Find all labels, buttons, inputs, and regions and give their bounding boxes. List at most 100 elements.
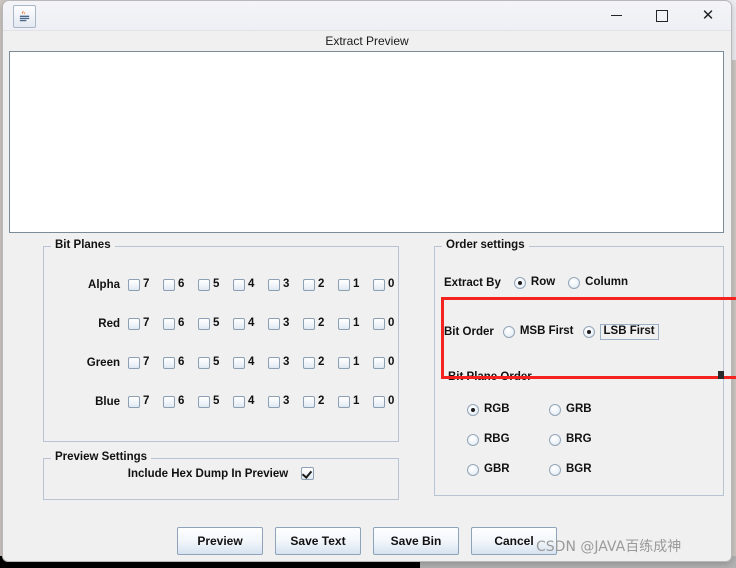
radio-bit-plane-order-gbr[interactable]: GBR (467, 464, 549, 476)
checkbox-red-bit-7[interactable] (128, 318, 140, 330)
checkbox-alpha-bit-7[interactable] (128, 279, 140, 291)
bit-plane-row-label: Blue (95, 396, 120, 408)
radio-label: BGR (566, 463, 592, 476)
checkbox-blue-bit-2[interactable] (303, 396, 315, 408)
radio-indicator (582, 326, 595, 338)
radio-bit-plane-order-brg[interactable]: BRG (549, 434, 631, 446)
radio-bit-plane-order-rgb[interactable]: RGB (467, 404, 549, 416)
radio-bit-plane-order-bgr[interactable]: BGR (549, 464, 631, 476)
checkbox-red-bit-0[interactable] (373, 318, 385, 330)
extract-preview-window: ✕ Extract Preview Bit Planes Alpha 7 6 5… (2, 0, 732, 562)
checkbox-green-bit-3[interactable] (268, 357, 280, 369)
bit-label: 7 (143, 317, 150, 330)
window-titlebar: ✕ (3, 1, 731, 31)
bit-label: 2 (318, 395, 325, 408)
minimize-icon (610, 15, 622, 16)
bit-label: 5 (213, 395, 220, 408)
checkbox-alpha-bit-0[interactable] (373, 279, 385, 291)
checkbox-red-bit-5[interactable] (198, 318, 210, 330)
checkbox-green-bit-0[interactable] (373, 357, 385, 369)
checkbox-alpha-bit-3[interactable] (268, 279, 280, 291)
checkbox-blue-bit-7[interactable] (128, 396, 140, 408)
checkbox-green-bit-5[interactable] (198, 357, 210, 369)
radio-indicator (467, 464, 479, 476)
bit-label: 4 (248, 317, 255, 330)
checkbox-blue-bit-4[interactable] (233, 396, 245, 408)
checkbox-green-bit-7[interactable] (128, 357, 140, 369)
preview-output-textarea[interactable] (9, 51, 724, 233)
bit-plane-order-label: Bit Plane Order (448, 371, 532, 383)
radio-extract-by-column[interactable]: Column (568, 277, 628, 289)
checkbox-red-bit-4[interactable] (233, 318, 245, 330)
radio-label: GRB (566, 403, 592, 416)
checkbox-alpha-bit-1[interactable] (338, 279, 350, 291)
bit-plane-row-red: Red 7 6 5 4 3 2 1 0 (44, 313, 398, 335)
window-minimize-button[interactable] (593, 1, 639, 30)
radio-label: Row (530, 276, 556, 289)
radio-label: MSB First (519, 325, 574, 338)
radio-indicator (467, 434, 479, 446)
preview-settings-legend: Preview Settings (51, 451, 152, 463)
checkbox-include-hex-dump[interactable] (301, 467, 315, 480)
checkbox-green-bit-4[interactable] (233, 357, 245, 369)
bit-planes-group: Bit Planes Alpha 7 6 5 4 3 2 1 0 Red 7 6… (43, 239, 399, 442)
save-bin-button[interactable]: Save Bin (373, 527, 459, 555)
maximize-icon (656, 9, 668, 22)
bit-label: 7 (143, 395, 150, 408)
radio-indicator (513, 277, 526, 289)
checkbox-red-bit-3[interactable] (268, 318, 280, 330)
bit-plane-row-alpha: Alpha 7 6 5 4 3 2 1 0 (44, 274, 398, 296)
checkbox-red-bit-6[interactable] (163, 318, 175, 330)
checkbox-green-bit-1[interactable] (338, 357, 350, 369)
radio-label: BRG (566, 433, 592, 446)
radio-label: LSB First (599, 324, 659, 340)
radio-indicator (568, 277, 581, 289)
bit-label: 6 (178, 395, 185, 408)
radio-extract-by-row[interactable]: Row (513, 276, 556, 289)
checkbox-blue-bit-6[interactable] (163, 396, 175, 408)
bit-label: 2 (318, 278, 325, 291)
radio-indicator (502, 326, 515, 338)
checkbox-green-bit-6[interactable] (163, 357, 175, 369)
bit-label: 3 (283, 356, 290, 369)
checkbox-blue-bit-0[interactable] (373, 396, 385, 408)
checkbox-red-bit-2[interactable] (303, 318, 315, 330)
extract-by-label: Extract By (444, 277, 501, 289)
bit-planes-legend: Bit Planes (51, 239, 115, 251)
checkbox-blue-bit-3[interactable] (268, 396, 280, 408)
bit-label: 0 (388, 395, 395, 408)
radio-bit-plane-order-grb[interactable]: GRB (549, 404, 631, 416)
bit-label: 3 (283, 278, 290, 291)
bit-plane-row-label: Alpha (88, 279, 120, 291)
checkbox-alpha-bit-6[interactable] (163, 279, 175, 291)
bit-label: 1 (353, 278, 360, 291)
checkbox-green-bit-2[interactable] (303, 357, 315, 369)
checkbox-blue-bit-1[interactable] (338, 396, 350, 408)
save-text-button[interactable]: Save Text (275, 527, 361, 555)
bit-label: 3 (283, 317, 290, 330)
radio-label: RGB (484, 403, 510, 416)
bit-plane-order-group: RGB GRB RBG BRG GBR BGR (467, 395, 667, 485)
radio-bit-plane-order-rbg[interactable]: RBG (467, 434, 549, 446)
checkbox-red-bit-1[interactable] (338, 318, 350, 330)
checkbox-alpha-bit-4[interactable] (233, 279, 245, 291)
bit-label: 7 (143, 356, 150, 369)
order-settings-group: Order settings Extract By Row Column Bit… (434, 239, 724, 496)
radio-bit-order-lsb-first[interactable]: LSB First (582, 324, 659, 340)
window-maximize-button[interactable] (639, 1, 685, 30)
bit-label: 4 (248, 278, 255, 291)
bit-label: 1 (353, 356, 360, 369)
radio-indicator (467, 404, 479, 416)
window-close-button[interactable]: ✕ (685, 1, 731, 30)
checkbox-blue-bit-5[interactable] (198, 396, 210, 408)
radio-indicator (549, 464, 561, 476)
bit-plane-row-label: Red (98, 318, 120, 330)
bit-order-row: Bit Order MSB First LSB First (444, 324, 659, 340)
checkbox-alpha-bit-5[interactable] (198, 279, 210, 291)
preview-button[interactable]: Preview (177, 527, 263, 555)
bit-label: 5 (213, 356, 220, 369)
radio-bit-order-msb-first[interactable]: MSB First (502, 325, 574, 338)
bit-label: 6 (178, 356, 185, 369)
bit-label: 0 (388, 278, 395, 291)
checkbox-alpha-bit-2[interactable] (303, 279, 315, 291)
